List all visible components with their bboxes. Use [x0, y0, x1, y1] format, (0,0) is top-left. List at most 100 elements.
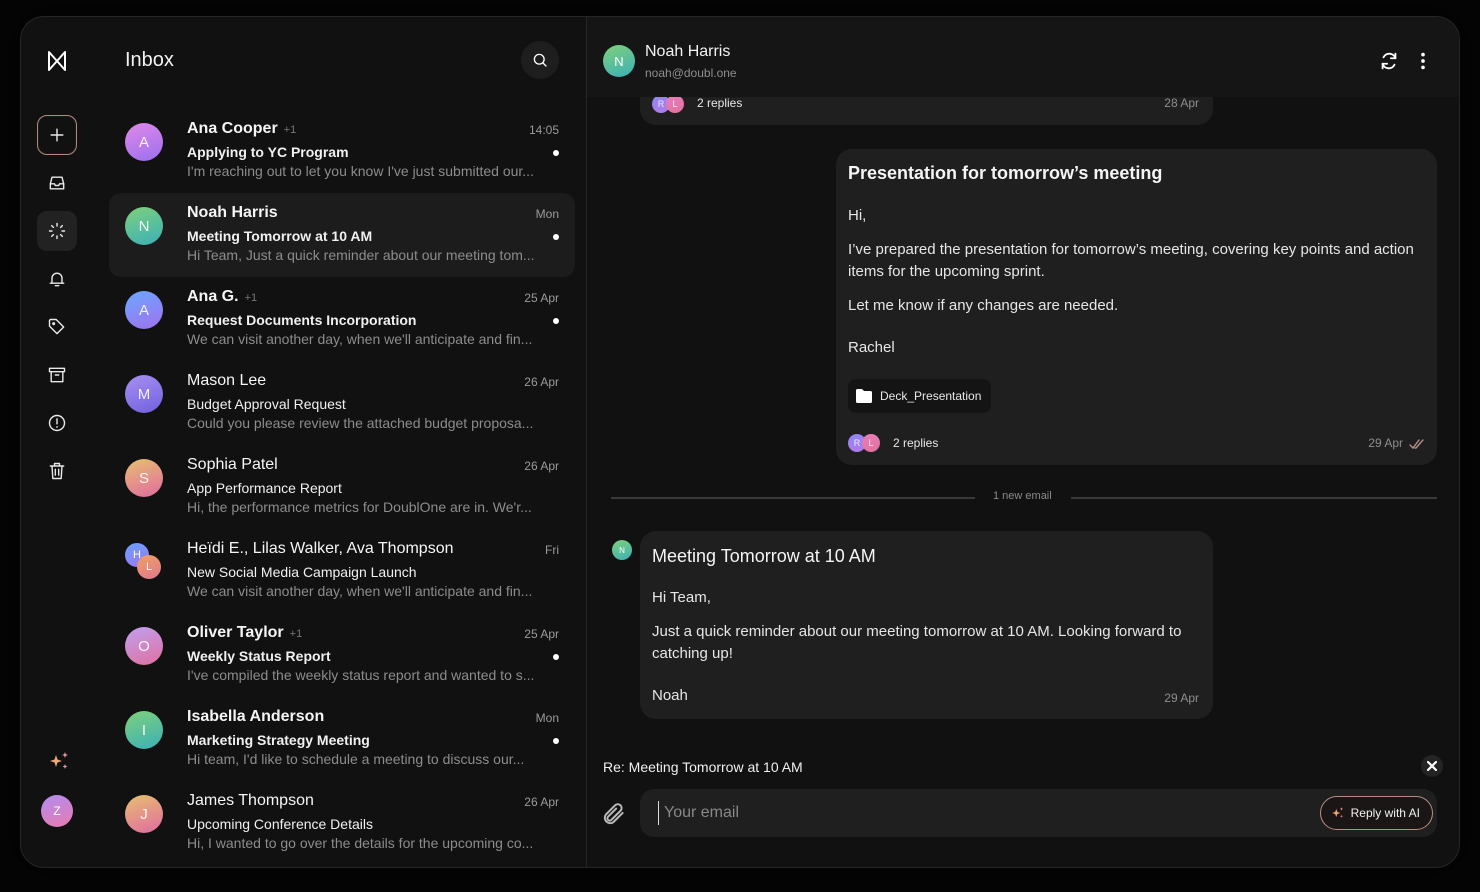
mail-list-item[interactable]: N Noah Harris Mon Meeting Tomorrow at 10 AM… [109, 193, 575, 277]
recipient-count: +1 [283, 124, 297, 136]
mail-list-item[interactable]: J James Thompson 26 Apr Upcoming Conference… [109, 781, 575, 865]
mail-list-item[interactable]: H L Heïdi E., Lilas Walker, Ava Thompson F… [109, 529, 575, 613]
nav-inbox[interactable] [37, 163, 77, 203]
email-signature: Noah [652, 687, 688, 704]
avatar: L [862, 434, 880, 452]
user-avatar[interactable]: Z [41, 795, 73, 827]
mail-subject: App Performance Report [187, 480, 342, 496]
mail-subject: Meeting Tomorrow at 10 AM [187, 228, 373, 244]
mail-subject: Weekly Status Report [187, 648, 331, 664]
loader-icon [48, 222, 66, 240]
mail-time: 26 Apr [524, 459, 559, 473]
sender-name: Oliver Taylor +1 [187, 624, 302, 642]
mail-list-item[interactable]: A Ana G. +1 25 Apr Request Documents Incorpo… [109, 277, 575, 361]
plus-icon [50, 128, 64, 142]
email-greeting: Hi, [848, 207, 867, 224]
mail-list-item[interactable]: S Sophia Patel 26 Apr App Performance Repor… [109, 445, 575, 529]
doublone-logo-icon[interactable] [45, 49, 69, 73]
thread-header: N Noah Harris noah@doubl.one [587, 17, 1459, 97]
avatar: M [125, 375, 163, 413]
sender-label: Ana G. [187, 288, 239, 305]
sender-name: Heïdi E., Lilas Walker, Ava Thompson [187, 540, 454, 558]
trash-icon [49, 462, 65, 480]
reply-email-input[interactable] [658, 801, 1298, 825]
email-date: 29 Apr [1368, 436, 1403, 450]
unread-dot [553, 234, 559, 240]
avatar: I [125, 711, 163, 749]
refresh-icon [1381, 52, 1397, 70]
nav-spam[interactable] [37, 403, 77, 443]
paperclip-icon [603, 803, 624, 825]
mail-list-item[interactable]: M Mason Lee 26 Apr Budget Approval Request C… [109, 361, 575, 445]
sender-label: Oliver Taylor [187, 624, 284, 641]
alert-icon [48, 414, 66, 432]
mail-list-item[interactable]: O Oliver Taylor +1 25 Apr Weekly Status Repo… [109, 613, 575, 697]
email-paragraph: Let me know if any changes are needed. [848, 297, 1119, 314]
nav-tags[interactable] [37, 307, 77, 347]
email-subject: Presentation for tomorrow’s meeting [848, 163, 1163, 183]
avatar: S [125, 459, 163, 497]
email-card-noah[interactable]: Meeting Tomorrow at 10 AM Hi Team, Just … [640, 531, 1213, 719]
page-title: Inbox [125, 49, 174, 71]
mail-subject: Applying to YC Program [187, 144, 349, 160]
sender-label: Heïdi E., Lilas Walker, Ava Thompson [187, 540, 454, 557]
replies-count[interactable]: 2 replies [893, 436, 938, 450]
nav-notifications[interactable] [37, 259, 77, 299]
nav-rail: Z [21, 17, 93, 867]
avatar: N [612, 540, 632, 560]
sender-label: Ana Cooper [187, 120, 278, 137]
mail-preview: Hi, I wanted to go over the details for … [187, 835, 534, 851]
mail-app-window: Z Inbox A Ana Cooper +1 14:05 Applying to YC… [20, 16, 1460, 868]
mail-list-panel: Inbox A Ana Cooper +1 14:05 Applying to YC P… [93, 17, 587, 867]
mail-list: A Ana Cooper +1 14:05 Applying to YC Program… [109, 109, 575, 865]
bell-icon [49, 272, 65, 287]
sender-name: Ana G. +1 [187, 288, 257, 306]
sender-name: Ana Cooper +1 [187, 120, 296, 138]
unread-dot [553, 150, 559, 156]
email-paragraph: Just a quick reminder about our meeting … [652, 623, 1182, 662]
attachment-chip[interactable]: Deck_Presentation [848, 379, 992, 413]
sender-label: Sophia Patel [187, 456, 278, 473]
avatar: O [125, 627, 163, 665]
nav-loading[interactable] [37, 211, 77, 251]
replies-count[interactable]: 2 replies [697, 96, 742, 110]
mail-list-item[interactable]: A Ana Cooper +1 14:05 Applying to YC Program… [109, 109, 575, 193]
mail-list-item[interactable]: I Isabella Anderson Mon Marketing Strategy … [109, 697, 575, 781]
contact-name: Noah Harris [645, 43, 731, 60]
mail-preview: Hi team, I'd like to schedule a meeting … [187, 751, 525, 767]
mail-time: 25 Apr [524, 627, 559, 641]
unread-dot [553, 654, 559, 660]
more-options-button[interactable] [1411, 49, 1435, 73]
mail-time: Fri [545, 543, 559, 557]
compose-button[interactable] [37, 115, 77, 155]
contact-email: noah@doubl.one [645, 66, 737, 80]
reply-with-ai-button[interactable]: Reply with AI [1319, 796, 1433, 830]
sender-label: Mason Lee [187, 372, 267, 389]
mail-subject: Request Documents Incorporation [187, 312, 417, 328]
search-button[interactable] [521, 41, 559, 79]
email-date: 28 Apr [1164, 96, 1199, 110]
sparkles-icon[interactable] [47, 749, 71, 773]
sender-label: Noah Harris [187, 204, 278, 221]
mail-subject: Budget Approval Request [187, 396, 346, 412]
sender-label: James Thompson [187, 792, 314, 809]
separator-line [611, 497, 975, 499]
mail-preview: I'm reaching out to let you know I've ju… [187, 163, 534, 179]
refresh-button[interactable] [1377, 49, 1401, 73]
email-card-rachel[interactable]: Presentation for tomorrow’s meeting Hi, … [836, 149, 1437, 465]
close-reply-button[interactable] [1421, 755, 1443, 777]
nav-trash[interactable] [37, 451, 77, 491]
mail-preview: Could you please review the attached bud… [187, 415, 534, 431]
folder-icon [856, 389, 872, 403]
nav-archive[interactable] [37, 355, 77, 395]
avatar: N [603, 45, 635, 77]
reply-avatars: R L [652, 95, 688, 113]
attach-file-button[interactable] [601, 801, 629, 829]
sender-label: Isabella Anderson [187, 708, 325, 725]
email-paragraph: I’ve prepared the presentation for tomor… [848, 241, 1414, 280]
unread-dot [553, 318, 559, 324]
mail-preview: Hi Team, Just a quick reminder about our… [187, 247, 535, 263]
avatar: A [125, 123, 163, 161]
sender-name: Sophia Patel [187, 456, 278, 474]
mail-time: 25 Apr [524, 291, 559, 305]
